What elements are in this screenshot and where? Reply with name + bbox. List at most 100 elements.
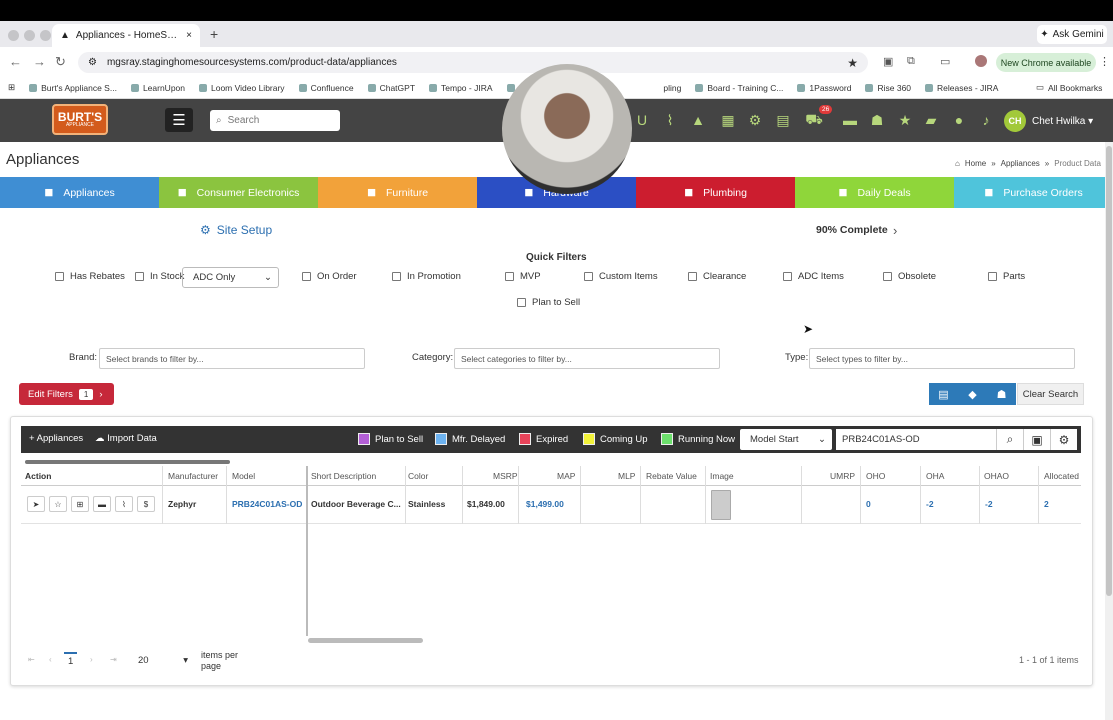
column-header-map[interactable]: MAP (557, 471, 575, 481)
chart-icon[interactable]: ⌇ (661, 111, 679, 129)
dollar-icon[interactable]: $ (137, 496, 155, 512)
adc-select[interactable]: ADC Only ⌄ (182, 267, 279, 288)
window-minimize-button[interactable] (24, 30, 35, 41)
toolbox-icon[interactable]: ▬ (841, 111, 859, 129)
adc-items-checkbox[interactable]: ADC Items (783, 271, 844, 282)
category-tab-plumbing[interactable]: ■ Plumbing (636, 177, 795, 208)
profile-avatar[interactable] (975, 55, 987, 67)
header-search-input[interactable]: ⌕ Search (210, 110, 340, 131)
site-info-icon[interactable]: ⚙ (88, 57, 97, 68)
import-data-button[interactable]: ☁ Import Data (95, 433, 157, 444)
category-filter-input[interactable]: Select categories to filter by... (454, 348, 720, 369)
bookmark-item[interactable]: Releases - JIRA (925, 83, 998, 93)
brand-filter-input[interactable]: Select brands to filter by... (99, 348, 365, 369)
users-icon[interactable]: ☗ (868, 111, 886, 129)
site-setup-link[interactable]: ⚙ Site Setup (200, 223, 272, 237)
browser-tab[interactable]: ▲ Appliances - HomeSource Dev × (52, 24, 200, 47)
archive-icon[interactable]: ▤ (929, 383, 958, 405)
column-header-image[interactable]: Image (710, 471, 734, 481)
excel-export-icon[interactable]: ▣ (1023, 429, 1050, 450)
column-header-manufacturer[interactable]: Manufacturer (168, 471, 218, 481)
custom-items-checkbox[interactable]: Custom Items (584, 271, 658, 282)
window-zoom-button[interactable] (40, 30, 51, 41)
breadcrumb-appliances[interactable]: Appliances (1001, 159, 1040, 168)
bookmark-item[interactable]: Loom Video Library (199, 83, 285, 93)
star-icon[interactable]: ☆ (49, 496, 67, 512)
category-tab-appliances[interactable]: ■ Appliances (0, 177, 159, 208)
next-page-icon[interactable]: › (90, 655, 93, 664)
bell-icon[interactable]: ♪ (977, 111, 995, 129)
category-tab-furniture[interactable]: ■ Furniture (318, 177, 477, 208)
chat-icon[interactable]: ● (950, 111, 968, 129)
user-menu[interactable]: Chet Hwilka ▾ (1032, 116, 1093, 127)
address-bar[interactable]: ⚙ mgsray.staginghomesourcesystems.com/pr… (78, 52, 868, 73)
plan-to-sell-checkbox[interactable]: Plan to Sell (517, 297, 580, 308)
column-header-ohao[interactable]: OHAO (984, 471, 1009, 481)
in-promotion-checkbox[interactable]: In Promotion (392, 271, 461, 282)
truck-icon[interactable]: ▬ (93, 496, 111, 512)
register-icon[interactable]: ▤ (774, 111, 792, 129)
folder-icon[interactable]: ▰ (922, 111, 940, 129)
cell-model-link[interactable]: PRB24C01AS-OD (232, 499, 302, 509)
column-header-mlp[interactable]: MLP (618, 471, 635, 481)
cell-allocated[interactable]: 2 (1044, 499, 1049, 509)
category-tab-purchase-orders[interactable]: ■ Purchase Orders (954, 177, 1113, 208)
burts-logo[interactable]: BURT'S APPLIANCE (52, 104, 108, 135)
gear-icon[interactable]: ⚙ (746, 111, 764, 129)
appliances-add-button[interactable]: + Appliances (29, 433, 83, 444)
hamburger-menu-button[interactable]: ☰ (165, 108, 193, 132)
column-header-oha[interactable]: OHA (926, 471, 944, 481)
ask-gemini-button[interactable]: ✦ Ask Gemini (1037, 25, 1107, 44)
grid-settings-icon[interactable]: ⚙ (1050, 429, 1077, 450)
cart-icon[interactable]: ⛟ (805, 111, 823, 129)
close-tab-icon[interactable]: × (186, 30, 192, 41)
search-icon[interactable]: ⌕ (996, 429, 1023, 450)
star-icon[interactable]: ★ (896, 111, 914, 129)
all-bookmarks-button[interactable]: ▭ All Bookmarks (1036, 82, 1103, 93)
bookmark-item[interactable]: Tempo - JIRA (429, 83, 493, 93)
bookmark-item[interactable]: LearnUpon (130, 83, 185, 93)
column-header-rebate-value[interactable]: Rebate Value (646, 471, 697, 481)
column-header-short-description[interactable]: Short Description (311, 471, 376, 481)
has-rebates-checkbox[interactable]: Has Rebates (55, 271, 125, 282)
clear-search-button[interactable]: Clear Search (1017, 383, 1084, 405)
breadcrumb-home[interactable]: Home (965, 159, 986, 168)
reload-icon[interactable]: ↻ (55, 54, 66, 70)
cell-oho[interactable]: 0 (866, 499, 871, 509)
in-stock-checkbox[interactable]: In Stock (135, 271, 184, 282)
bookmark-star-icon[interactable]: ★ (847, 56, 858, 70)
cast-icon[interactable]: ▭ (940, 55, 950, 68)
column-header-allocated[interactable]: Allocated (1044, 471, 1079, 481)
table-row[interactable]: ➤ ☆ ⊞ ▬ ⌇ $ Zephyr PRB24C01AS-OD Outdoor… (21, 486, 1081, 524)
column-header-color[interactable]: Color (408, 471, 428, 481)
calculator-icon[interactable]: ▦ (719, 111, 737, 129)
column-header-action[interactable]: Action (25, 471, 51, 481)
apps-grid-icon[interactable]: ⊞ (8, 82, 15, 93)
column-header-msrp[interactable]: MSRP (493, 471, 518, 481)
cell-ohao[interactable]: -2 (985, 499, 993, 509)
bookmark-item[interactable]: Rise 360 (865, 83, 911, 93)
chevron-right-icon[interactable]: › (893, 223, 897, 238)
on-order-checkbox[interactable]: On Order (302, 271, 357, 282)
extension-icon[interactable]: ▣ (883, 55, 893, 68)
back-icon[interactable]: ← (9, 54, 22, 69)
add-box-icon[interactable]: ⊞ (71, 496, 89, 512)
column-header-model[interactable]: Model (232, 471, 255, 481)
puzzle-icon[interactable]: ⧉ (907, 55, 915, 68)
prev-page-icon[interactable]: ‹ (49, 655, 52, 664)
users-icon[interactable]: ☗ (987, 383, 1016, 405)
column-header-umrp[interactable]: UMRP (830, 471, 855, 481)
user-avatar[interactable]: CH (1004, 110, 1026, 132)
current-page[interactable]: 1 (64, 652, 78, 667)
menu-dots-icon[interactable]: ⋮ (1099, 55, 1110, 68)
send-icon[interactable]: ➤ (27, 496, 45, 512)
cell-map[interactable]: $1,499.00 (526, 499, 564, 509)
page-scrollbar-thumb[interactable] (1106, 146, 1112, 596)
tags-icon[interactable]: ◆ (958, 383, 987, 405)
type-filter-input[interactable]: Select types to filter by... (809, 348, 1075, 369)
forward-icon[interactable]: → (33, 54, 46, 69)
bookmark-item[interactable]: pling (663, 83, 681, 93)
magnet-icon[interactable]: U (633, 111, 651, 129)
bookmark-item[interactable]: Burt's Appliance S... (29, 83, 117, 93)
bookmark-item[interactable]: 1Password (797, 83, 851, 93)
